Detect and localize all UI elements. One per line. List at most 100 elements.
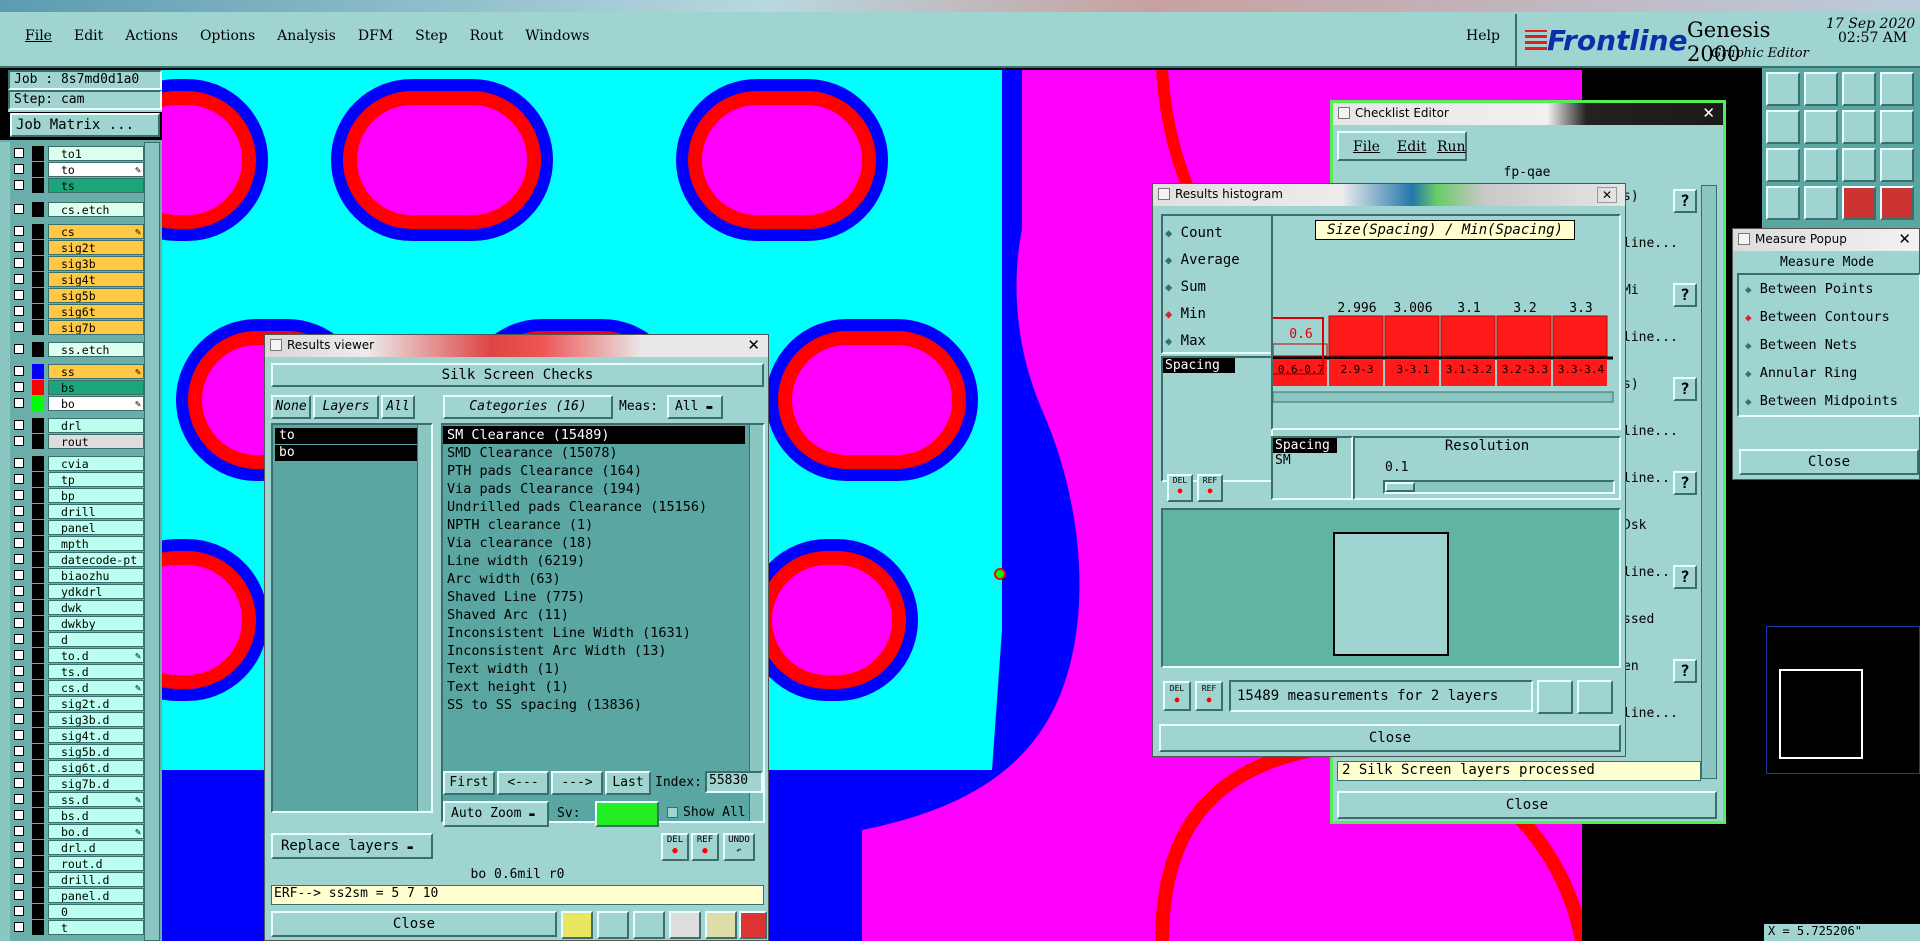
layer-name[interactable]: cs ✎ [48,224,144,239]
layer-row-ts[interactable]: ts [12,178,144,193]
layer-checkbox[interactable] [14,618,24,628]
layer-name[interactable]: to ✎ [48,162,144,177]
layer-row-0[interactable]: 0 [12,904,144,919]
layers-button[interactable]: Layers [313,395,379,419]
layer-checkbox[interactable] [14,602,24,612]
layer-row-drill[interactable]: drill [12,504,144,519]
mode-radio-average[interactable]: ◆ Average [1165,247,1269,274]
layer-name[interactable]: panel.d [48,888,144,903]
mode-radio-max[interactable]: ◆ Max [1165,328,1269,355]
histogram-titlebar[interactable]: Results histogram ✕ [1153,184,1625,206]
layer-name[interactable]: ydkdrl [48,584,144,599]
layer-row-sig3b.d[interactable]: sig3b.d [12,712,144,727]
tool-icon-1[interactable] [1766,72,1800,106]
layer-name[interactable]: mpth [48,536,144,551]
layer-row-tp[interactable]: tp [12,472,144,487]
layer-checkbox[interactable] [14,698,24,708]
help-icon[interactable]: ? [1673,471,1697,495]
layer-name[interactable]: sig2t.d [48,696,144,711]
job-matrix-button[interactable]: Job Matrix ... [10,113,160,137]
help-icon[interactable]: ? [1673,377,1697,401]
toolbar-icon-4[interactable] [669,911,701,939]
layer-row-mpth[interactable]: mpth [12,536,144,551]
layer-name[interactable]: drl.d [48,840,144,855]
layer-name[interactable]: ss.d ✎ [48,792,144,807]
layers-list-scrollbar[interactable] [417,425,431,811]
hist-ref2-button[interactable]: REF ● [1195,681,1223,711]
help-icon[interactable]: ? [1673,659,1697,683]
layer-row-ydkdrl[interactable]: ydkdrl [12,584,144,599]
layer-checkbox[interactable] [14,874,24,884]
layer-checkbox[interactable] [14,826,24,836]
layer-row-ss[interactable]: ss ✎ [12,364,144,379]
layer-name[interactable]: sig6t.d [48,760,144,775]
layer-name[interactable]: dwkby [48,616,144,631]
menu-edit[interactable]: Edit [63,28,114,48]
menu-windows[interactable]: Windows [514,28,600,48]
tool-icon-11[interactable] [1842,148,1876,182]
category-item[interactable]: Text height (1) [443,678,745,696]
checklist-row-label[interactable]: ssed [1623,612,1654,632]
layers-list[interactable]: to bo [271,423,433,813]
layer-checkbox[interactable] [14,682,24,692]
hist-del-button[interactable]: DEL ● [1167,474,1193,502]
checklist-menu-run[interactable]: Run [1437,139,1466,155]
layer-name[interactable]: tp [48,472,144,487]
menu-analysis[interactable]: Analysis [266,28,347,48]
checklist-row-label[interactable]: line... [1623,236,1678,256]
category-item[interactable]: NPTH clearance (1) [443,516,745,534]
layer-name[interactable]: ss.etch [48,342,144,357]
layer-row-rout.d[interactable]: rout.d [12,856,144,871]
spacing-item[interactable]: Spacing [1163,358,1235,373]
close-icon[interactable]: ✕ [747,336,760,354]
undo-button[interactable]: UNDO ↶ [723,833,755,861]
layer-checkbox[interactable] [14,290,24,300]
category-item[interactable]: Shaved Line (775) [443,588,745,606]
layer-row-t[interactable]: t [12,920,144,935]
last-button[interactable]: Last [605,771,651,795]
layer-row-sig3b[interactable]: sig3b [12,256,144,271]
layer-name[interactable]: sig7b [48,320,144,335]
histogram-bar[interactable] [1440,315,1496,357]
close-icon[interactable]: ✕ [1898,230,1911,248]
layer-checkbox[interactable] [14,180,24,190]
layer-name[interactable]: 0 [48,904,144,919]
layer-name[interactable]: rout.d [48,856,144,871]
close-icon[interactable]: ✕ [1596,187,1617,203]
measure-mode-2[interactable]: ◆ Between Nets [1739,331,1919,359]
replace-layers-select[interactable]: Replace layers ▬ [271,833,433,859]
close-icon[interactable]: ✕ [1702,104,1715,122]
layer-checkbox[interactable] [14,344,24,354]
layer-name[interactable]: sig5b [48,288,144,303]
category-item[interactable]: Undrilled pads Clearance (15156) [443,498,745,516]
layer-row-to[interactable]: to ✎ [12,162,144,177]
mode-radio-sum[interactable]: ◆ Sum [1165,274,1269,301]
histogram-bar[interactable] [1552,315,1608,357]
show-all-checkbox[interactable] [667,807,678,818]
checklist-row-label[interactable]: line... [1623,706,1678,726]
layer-list-scrollbar-left[interactable] [0,142,10,941]
categories-scrollbar[interactable] [749,425,763,821]
layer-name[interactable]: drl [48,418,144,433]
checklist-row-label[interactable]: line... [1623,424,1678,444]
next-button[interactable]: ---> [551,771,603,795]
layer-name[interactable]: ts [48,178,144,193]
mode-radio-count[interactable]: ◆ Count [1165,220,1269,247]
checklist-row-label[interactable]: line... [1623,330,1678,350]
layer-name[interactable]: rout [48,434,144,449]
layer-name[interactable]: bp [48,488,144,503]
mode-radio-min[interactable]: ◆ Min [1165,301,1269,328]
hist-del2-button[interactable]: DEL ● [1163,681,1191,711]
layer-checkbox[interactable] [14,746,24,756]
tool-icon-10[interactable] [1804,148,1838,182]
histogram-close-button[interactable]: Close [1159,724,1621,752]
layer-checkbox[interactable] [14,570,24,580]
checklist-scrollbar[interactable] [1701,185,1717,779]
slider-thumb[interactable] [1385,482,1415,492]
help-icon[interactable]: ? [1673,283,1697,307]
spacing-list[interactable]: Spacing [1161,356,1273,482]
layer-row-rout[interactable]: rout [12,434,144,449]
layer-checkbox[interactable] [14,226,24,236]
toolbar-icon-3[interactable] [633,911,665,939]
resolution-slider[interactable] [1383,480,1615,494]
